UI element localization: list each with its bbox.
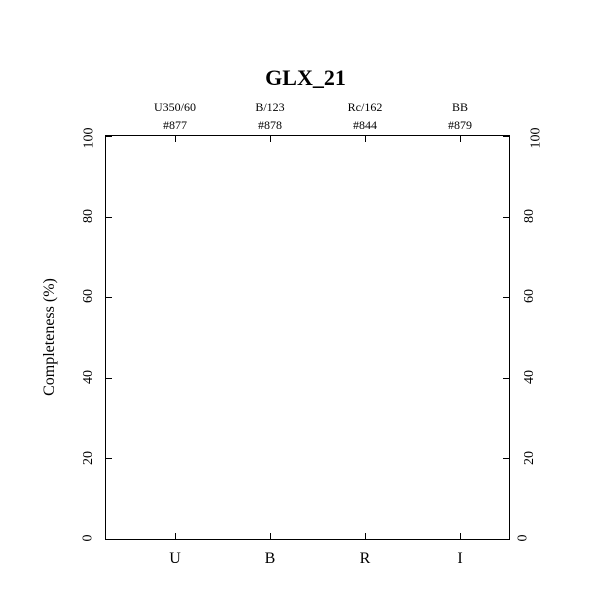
- x-tick-label: R: [345, 550, 385, 568]
- chart-container: GLX_21 Completeness (%) U350/60 B/123 Rc…: [0, 0, 611, 611]
- y-axis-label: Completeness (%): [41, 278, 59, 396]
- y-tick-label: 40: [81, 370, 97, 384]
- chart-title: GLX_21: [0, 65, 611, 91]
- top-label-filter: BB: [420, 100, 500, 115]
- y-tick-label-right: 40: [522, 370, 538, 384]
- y-tick-label: 80: [81, 209, 97, 223]
- x-tick-label: B: [250, 550, 290, 568]
- top-label-id: #878: [230, 118, 310, 133]
- top-label-filter: B/123: [230, 100, 310, 115]
- y-tick-label: 60: [81, 289, 97, 303]
- x-tick-label: U: [155, 550, 195, 568]
- x-tick-label: I: [440, 550, 480, 568]
- y-tick-label-right: 80: [522, 209, 538, 223]
- top-label-filter: Rc/162: [325, 100, 405, 115]
- y-tick-label-right: 60: [522, 289, 538, 303]
- top-label-id: #877: [135, 118, 215, 133]
- y-tick-label: 0: [81, 535, 97, 542]
- y-tick-label-right: 0: [516, 535, 532, 542]
- plot-area: [105, 135, 510, 540]
- top-label-filter: U350/60: [135, 100, 215, 115]
- y-tick-label: 20: [81, 451, 97, 465]
- top-label-id: #879: [420, 118, 500, 133]
- y-tick-label-right: 20: [522, 451, 538, 465]
- y-tick-label: 100: [82, 128, 98, 149]
- top-label-id: #844: [325, 118, 405, 133]
- y-tick-label-right: 100: [529, 128, 545, 149]
